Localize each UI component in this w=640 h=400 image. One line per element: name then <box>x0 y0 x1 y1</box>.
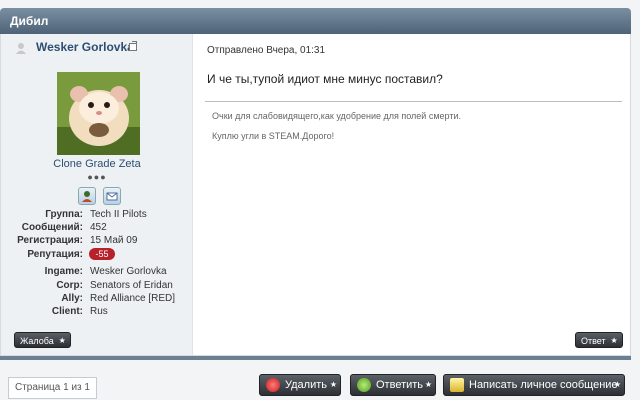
info-value: Senators of Eridan <box>90 280 173 291</box>
avatar <box>57 72 140 155</box>
author-name-link[interactable]: Wesker Gorlovka <box>36 40 134 54</box>
answer-label: Ответить <box>376 379 424 391</box>
info-value: 452 <box>90 222 107 233</box>
signature-divider <box>205 101 622 102</box>
quote-reply-button[interactable]: Ответ ★ <box>575 332 623 348</box>
reputation-badge[interactable]: -55 <box>89 248 115 260</box>
info-reputation: Репутация: -55 <box>1 248 193 262</box>
author-panel: Wesker Gorlovka Clone Grade Zeta ●●● Гру… <box>1 34 193 355</box>
info-key: Ingame: <box>44 266 83 277</box>
info-value: Tech II Pilots <box>90 209 147 220</box>
star-icon: ★ <box>613 380 621 389</box>
info-key: Репутация: <box>27 249 83 260</box>
post-body: И че ты,тупой идиот мне минус поставил? <box>207 72 443 86</box>
info-value: Red Alliance [RED] <box>90 293 176 304</box>
info-key: Client: <box>51 306 83 317</box>
post-footer-bar <box>0 356 631 360</box>
post: Wesker Gorlovka Clone Grade Zeta ●●● Гру… <box>0 34 631 356</box>
report-label: Жалоба <box>20 336 54 346</box>
page-indicator[interactable]: Страница 1 из 1 <box>8 377 97 399</box>
hamster-avatar-icon <box>57 72 140 155</box>
info-corp: Corp: Senators of Eridan <box>1 280 193 293</box>
rank-pips: ●●● <box>87 172 107 182</box>
answer-button[interactable]: Ответить ★ <box>350 374 436 396</box>
member-rank: Clone Grade Zeta <box>53 158 141 170</box>
info-client: Client: Rus <box>1 306 193 319</box>
star-icon: ★ <box>58 336 66 345</box>
signature-line: Очки для слабовидящего,как удобрение для… <box>212 111 461 121</box>
star-icon: ★ <box>424 380 432 389</box>
new-pm-button[interactable]: Написать личное сообщение ★ <box>443 374 625 396</box>
send-pm-icon[interactable] <box>103 187 121 205</box>
info-group: Группа: Tech II Pilots <box>1 209 193 222</box>
info-value: Rus <box>90 306 108 317</box>
topic-title-bar: Дибил <box>0 8 631 34</box>
delete-icon <box>266 378 280 392</box>
info-key: Группа: <box>45 209 83 220</box>
star-icon: ★ <box>610 336 618 345</box>
info-value: Wesker Gorlovka <box>90 266 167 277</box>
topic-title: Дибил <box>10 14 49 28</box>
signature-line: Куплю угли в STEAM.Дорого! <box>212 131 335 141</box>
answer-icon <box>357 378 371 392</box>
star-icon: ★ <box>329 380 337 389</box>
info-registered: Регистрация: 15 Май 09 <box>1 235 193 248</box>
profile-popup-icon[interactable] <box>129 41 137 51</box>
info-key: Corp: <box>56 280 83 291</box>
delete-label: Удалить <box>285 379 327 391</box>
reply-label: Ответ <box>581 336 606 346</box>
info-ingame: Ingame: Wesker Gorlovka <box>1 266 193 279</box>
view-profile-icon[interactable] <box>78 187 96 205</box>
info-posts: Сообщений: 452 <box>1 222 193 235</box>
note-icon <box>450 378 464 392</box>
delete-button[interactable]: Удалить ★ <box>259 374 341 396</box>
info-value: 15 Май 09 <box>90 235 138 246</box>
report-button[interactable]: Жалоба ★ <box>14 332 71 348</box>
user-icon <box>16 43 26 54</box>
info-key: Ally: <box>61 293 83 304</box>
info-ally: Ally: Red Alliance [RED] <box>1 293 193 306</box>
new-pm-label: Написать личное сообщение <box>469 379 618 391</box>
info-key: Регистрация: <box>17 235 83 246</box>
info-key: Сообщений: <box>21 222 83 233</box>
post-date: Отправлено Вчера, 01:31 <box>207 45 326 56</box>
